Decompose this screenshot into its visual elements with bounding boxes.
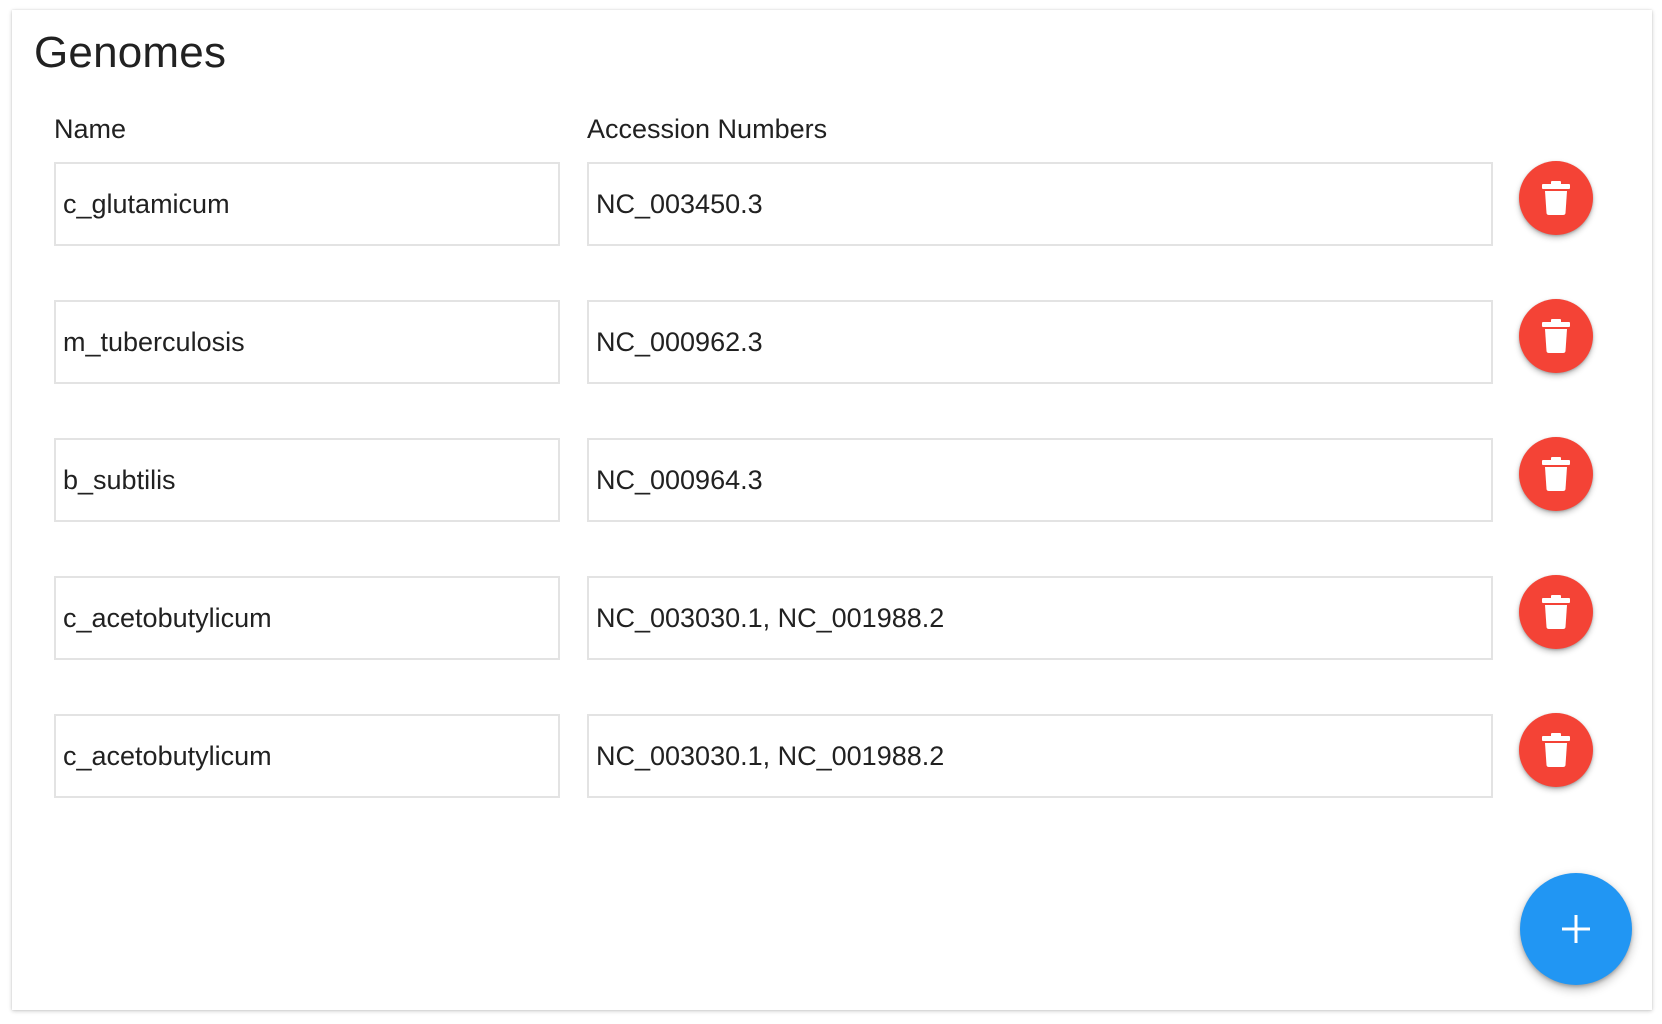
delete-row-button[interactable] bbox=[1519, 713, 1593, 787]
genome-row bbox=[12, 713, 1652, 802]
genome-name-input[interactable] bbox=[54, 162, 560, 246]
genome-name-input[interactable] bbox=[54, 576, 560, 660]
plus-icon bbox=[1562, 915, 1590, 943]
delete-row-button[interactable] bbox=[1519, 437, 1593, 511]
accession-numbers-input[interactable] bbox=[587, 438, 1493, 522]
trash-icon bbox=[1542, 319, 1570, 353]
genome-name-input[interactable] bbox=[54, 438, 560, 522]
genome-name-input[interactable] bbox=[54, 714, 560, 798]
trash-icon bbox=[1542, 595, 1570, 629]
accession-numbers-input[interactable] bbox=[587, 714, 1493, 798]
add-genome-button[interactable] bbox=[1520, 873, 1632, 985]
genomes-card: Genomes Name Accession Numbers bbox=[12, 10, 1652, 1010]
delete-row-button[interactable] bbox=[1519, 299, 1593, 373]
trash-icon bbox=[1542, 733, 1570, 767]
genome-row bbox=[12, 437, 1652, 526]
trash-icon bbox=[1542, 457, 1570, 491]
accession-numbers-input[interactable] bbox=[587, 162, 1493, 246]
name-column-header: Name bbox=[54, 114, 127, 144]
accession-numbers-input[interactable] bbox=[587, 300, 1493, 384]
genome-row bbox=[12, 299, 1652, 388]
genome-row bbox=[12, 161, 1652, 250]
accession-numbers-input[interactable] bbox=[587, 576, 1493, 660]
delete-row-button[interactable] bbox=[1519, 575, 1593, 649]
page-title: Genomes bbox=[34, 28, 227, 77]
genome-name-input[interactable] bbox=[54, 300, 560, 384]
genome-row bbox=[12, 575, 1652, 664]
trash-icon bbox=[1542, 181, 1570, 215]
accession-column-header: Accession Numbers bbox=[587, 114, 828, 144]
delete-row-button[interactable] bbox=[1519, 161, 1593, 235]
